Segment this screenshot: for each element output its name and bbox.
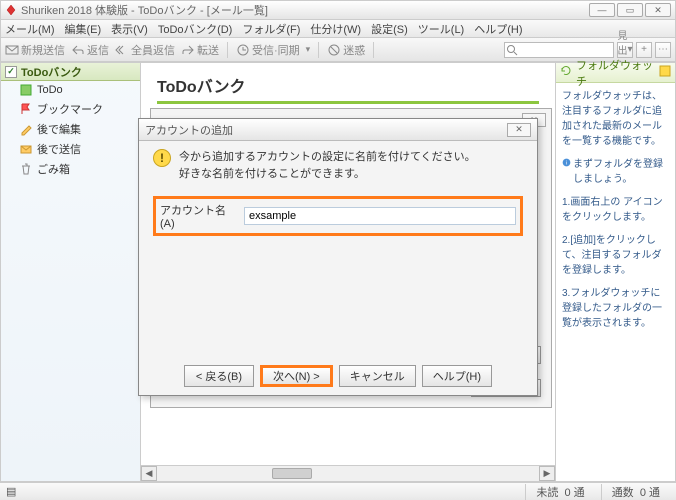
- total-label: 通数: [612, 487, 634, 499]
- right-panel: フォルダウォッチ フォルダウォッチは、注目するフォルダに追加された最新のメールを…: [555, 63, 675, 481]
- maximize-button[interactable]: ▭: [617, 3, 643, 17]
- cancel-button[interactable]: キャンセル: [339, 365, 416, 387]
- pencil-icon: [19, 122, 33, 136]
- checkbox-icon: ✓: [5, 66, 17, 78]
- sidebar-item-edit-later[interactable]: 後で編集: [1, 119, 140, 139]
- dialog-close-icon[interactable]: ✕: [507, 123, 531, 137]
- menu-view[interactable]: 表示(V): [111, 21, 148, 37]
- toolbar-separator: [373, 42, 374, 58]
- menubar: メール(M) 編集(E) 表示(V) ToDoバンク(D) フォルダ(F) 仕分…: [0, 20, 676, 38]
- scroll-right-icon[interactable]: ▶: [539, 466, 555, 481]
- content-header: ToDoバンク: [141, 63, 555, 110]
- help-button[interactable]: ヘルプ(H): [422, 365, 492, 387]
- close-button[interactable]: ✕: [645, 3, 671, 17]
- total-count: 0 通: [640, 487, 660, 499]
- status-grip-icon: ▤: [6, 485, 16, 498]
- add-watch-icon[interactable]: [659, 65, 671, 80]
- horizontal-scrollbar[interactable]: ◀ ▶: [141, 465, 555, 481]
- app-icon: [5, 4, 17, 16]
- menu-help[interactable]: ヘルプ(H): [474, 21, 522, 37]
- unread-count: 0 通: [565, 487, 585, 499]
- content-title: ToDoバンク: [157, 73, 539, 97]
- info-icon: i: [562, 157, 571, 171]
- tb-spam[interactable]: 迷惑: [327, 42, 365, 58]
- search-input[interactable]: [504, 42, 614, 58]
- unread-label: 未読: [536, 487, 558, 499]
- sidebar-item-trash[interactable]: ごみ箱: [1, 159, 140, 179]
- rightpanel-callout: まずフォルダを登録しましょう。: [573, 157, 669, 187]
- dialog-button-row: < 戻る(B) 次へ(N) > キャンセル ヘルプ(H): [139, 365, 537, 387]
- menu-todobank[interactable]: ToDoバンク(D): [158, 21, 233, 37]
- tb-reply-all[interactable]: 全員返信: [115, 42, 175, 58]
- title-underline: [157, 101, 539, 104]
- dialog-titlebar[interactable]: アカウントの追加 ✕: [139, 119, 537, 141]
- tb-sync[interactable]: 受信·同期: [236, 42, 300, 58]
- rightpanel-step-2: 2.[追加]をクリックして、注目するフォルダを登録します。: [562, 233, 669, 278]
- scroll-thumb[interactable]: [272, 468, 312, 479]
- titlebar: Shuriken 2018 体験版 - ToDoバンク - [メール一覧] — …: [0, 0, 676, 20]
- sidebar-header[interactable]: ✓ ToDoバンク: [1, 63, 140, 81]
- dialog-title: アカウントの追加: [145, 122, 233, 138]
- sidebar-item-todo[interactable]: ToDo: [1, 81, 140, 99]
- rightpanel-header: フォルダウォッチ: [556, 63, 675, 83]
- menu-folder[interactable]: フォルダ(F): [242, 21, 300, 37]
- sidebar-item-bookmark[interactable]: ブックマーク: [1, 99, 140, 119]
- toolbar: 新規送信 返信 全員返信 転送 受信·同期 ▾ 迷惑 見出し▾ + ⋯: [0, 38, 676, 62]
- svg-text:i: i: [566, 160, 567, 166]
- search-icon: [506, 44, 518, 56]
- menu-mail[interactable]: メール(M): [5, 21, 55, 37]
- menu-tool[interactable]: ツール(L): [418, 21, 464, 37]
- minimize-button[interactable]: —: [589, 3, 615, 17]
- refresh-icon[interactable]: [560, 65, 572, 80]
- scroll-left-icon[interactable]: ◀: [141, 466, 157, 481]
- toolbar-separator: [227, 42, 228, 58]
- rightpanel-step-1: 1.画面右上の アイコンをクリックします。: [562, 195, 669, 225]
- statusbar: ▤ 未読 0 通 通数 0 通: [0, 482, 676, 500]
- account-name-row: アカウント名(A): [153, 196, 523, 236]
- menu-edit[interactable]: 編集(E): [65, 21, 102, 37]
- tb-plus-button[interactable]: +: [636, 42, 652, 58]
- sidebar: ✓ ToDoバンク ToDo ブックマーク 後で編集 後で送信 ごみ箱: [1, 63, 141, 481]
- tb-reply[interactable]: 返信: [71, 42, 109, 58]
- sidebar-item-send-later[interactable]: 後で送信: [1, 139, 140, 159]
- account-name-label: アカウント名(A): [160, 202, 238, 230]
- tb-new-mail[interactable]: 新規送信: [5, 42, 65, 58]
- back-button[interactable]: < 戻る(B): [184, 365, 254, 387]
- mail-icon: [19, 142, 33, 156]
- menu-sort[interactable]: 仕分け(W): [310, 21, 361, 37]
- window-title: Shuriken 2018 体験版 - ToDoバンク - [メール一覧]: [21, 2, 589, 18]
- dialog-info-line2: 好きな名前を付けることができます。: [179, 166, 476, 183]
- trash-icon: [19, 162, 33, 176]
- warning-icon: !: [153, 149, 171, 167]
- tb-extra-button[interactable]: ⋯: [655, 42, 671, 58]
- toolbar-separator: [318, 42, 319, 58]
- add-account-dialog: アカウントの追加 ✕ ! 今から追加するアカウントの設定に名前を付けてください。…: [138, 118, 538, 396]
- search-mode-button[interactable]: 見出し▾: [617, 42, 633, 58]
- tb-forward[interactable]: 転送: [181, 42, 219, 58]
- rightpanel-desc: フォルダウォッチは、注目するフォルダに追加された最新のメールを一覧する機能です。: [562, 89, 669, 149]
- dialog-info-line1: 今から追加するアカウントの設定に名前を付けてください。: [179, 149, 476, 166]
- dialog-info: ! 今から追加するアカウントの設定に名前を付けてください。 好きな名前を付けるこ…: [153, 149, 523, 182]
- rightpanel-body: フォルダウォッチは、注目するフォルダに追加された最新のメールを一覧する機能です。…: [556, 83, 675, 337]
- flag-icon: [19, 102, 33, 116]
- next-button[interactable]: 次へ(N) >: [260, 365, 333, 387]
- toolbar-search: 見出し▾ + ⋯: [504, 42, 671, 58]
- window-controls: — ▭ ✕: [589, 3, 671, 17]
- account-name-input[interactable]: [244, 207, 516, 225]
- rightpanel-step-3: 3.フォルダウォッチに登録したフォルダの一覧が表示されます。: [562, 286, 669, 331]
- menu-settings[interactable]: 設定(S): [371, 21, 408, 37]
- note-icon: [19, 83, 33, 97]
